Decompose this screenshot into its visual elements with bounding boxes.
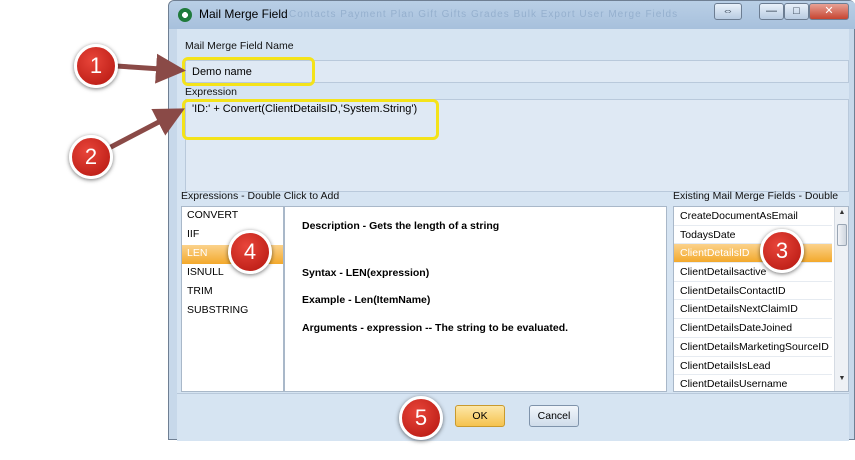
annotation-badge-3: 3 <box>760 229 804 273</box>
annotation-badge-4: 4 <box>228 230 272 274</box>
annotation-arrows <box>107 53 186 151</box>
arrow-2 <box>107 108 185 151</box>
arrow-1 <box>115 53 186 84</box>
annotation-badge-1: 1 <box>74 44 118 88</box>
annotation-badge-5: 5 <box>399 396 443 440</box>
annotation-badge-2: 2 <box>69 135 113 179</box>
